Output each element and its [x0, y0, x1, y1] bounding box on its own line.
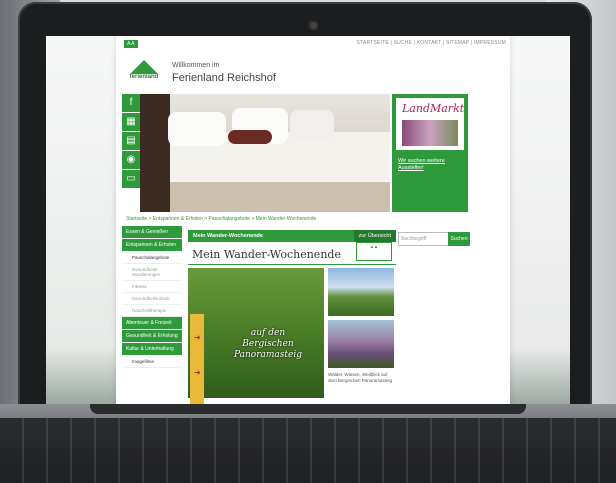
font-size-toggle[interactable]: A A [124, 40, 138, 48]
nav-item-essen[interactable]: Essen & Genießen [122, 226, 182, 239]
site-title: Ferienland Reichshof [172, 72, 276, 84]
webcam-icon [310, 22, 317, 29]
ad-title: LandMarkt [402, 102, 465, 115]
heather-photo[interactable] [328, 320, 394, 368]
laptop-hinge [90, 404, 526, 414]
nav-item-entspannen[interactable]: Entspannen & Erholen [122, 239, 182, 252]
welcome-text: Willkommen im [172, 62, 220, 69]
nav-item-gesundheit[interactable]: Gesundheit & Erholung [122, 330, 182, 343]
content-header-bar: Mein Wander-Wochenende zur Übersicht [188, 230, 396, 242]
calendar-icon[interactable]: ▦ [122, 113, 140, 132]
top-links-bar: A A STARTSEITE | SUCHE | KONTAKT | SITEM… [116, 40, 510, 50]
nav-subitem-fitness[interactable]: Fitness [122, 281, 182, 293]
panoramasteig-script-text: auf den Bergischen Panoramasteig [218, 328, 318, 361]
site-header: ferienland Willkommen im Ferienland Reic… [116, 52, 510, 94]
nav-subitem-pauschalangebote[interactable]: Pauschalangebote [122, 252, 182, 264]
nav-subitem-imagefilme[interactable]: Imagefilme [122, 356, 182, 368]
hero-bed-throw [170, 182, 390, 212]
hiking-trail-photo: ➜ ➜ ▲ auf den Bergischen Panoramasteig [188, 268, 324, 408]
photo-caption: Wälder, Wiesen, Weitblick auf dem Bergis… [328, 372, 393, 383]
facebook-icon[interactable]: f [122, 94, 140, 113]
logo-mountain-icon [130, 60, 158, 74]
ad-card: LandMarkt [396, 98, 464, 150]
site-logo[interactable]: ferienland [126, 58, 162, 86]
breadcrumb[interactable]: Startseite > Entspannen & Erholen > Paus… [126, 216, 316, 222]
back-to-overview-link[interactable]: zur Übersicht [353, 230, 396, 242]
laptop-keyboard [0, 418, 616, 483]
monitor-icon[interactable]: ▭ [122, 170, 140, 189]
trail-arrow-icon: ➜ [194, 368, 201, 377]
left-navigation: Essen & Genießen Entspannen & Erholen Pa… [122, 226, 182, 368]
script-line: auf den [250, 328, 286, 338]
hero-pillow [290, 110, 334, 140]
nav-item-kultur[interactable]: Kultur & Unterhaltung [122, 343, 182, 356]
document-icon[interactable]: ▤ [122, 132, 140, 151]
nav-subitem-gesundheitswanderungen[interactable]: Gesundheits- Wanderungen [122, 264, 182, 281]
top-navigation-links[interactable]: STARTSEITE | SUCHE | KONTAKT | SITEMAP |… [357, 40, 506, 46]
hero-cushion-roll [228, 130, 272, 144]
trail-sign: ➜ ➜ ▲ [190, 314, 204, 408]
meadow-photo[interactable] [328, 268, 394, 316]
hero-image-bedroom [140, 94, 390, 212]
content-bar-title: Mein Wander-Wochenende [193, 233, 263, 239]
ad-link[interactable]: Wir suchen weitere Aussteller! [398, 158, 464, 172]
search-box: Suchbegriff Suchen [398, 232, 470, 246]
search-button[interactable]: Suchen [448, 232, 470, 246]
website-page: A A STARTSEITE | SUCHE | KONTAKT | SITEM… [116, 36, 510, 408]
landmarkt-ad[interactable]: LandMarkt Wir suchen weitere Aussteller! [392, 94, 468, 212]
ferienland-badge-icon: ▲▲ [356, 242, 392, 261]
social-icon-bar: f ▦ ▤ ◉ ▭ [122, 94, 140, 189]
ad-image [402, 120, 458, 146]
nav-item-abenteuer[interactable]: Abenteuer & Freizeit [122, 317, 182, 330]
camera-icon[interactable]: ◉ [122, 151, 140, 170]
script-line: Panoramasteig [233, 350, 302, 360]
nav-subitem-gesundheitsurlaub[interactable]: Gesundheitsurlaub [122, 293, 182, 305]
laptop-screen: A A STARTSEITE | SUCHE | KONTAKT | SITEM… [46, 36, 570, 408]
search-input[interactable]: Suchbegriff [398, 232, 450, 246]
trail-arrow-icon: ➜ [194, 333, 201, 342]
hero-pillow [168, 112, 226, 146]
main-content: Mein Wander-Wochenende zur Übersicht Mei… [188, 230, 396, 408]
content-divider [188, 264, 396, 265]
logo-text: ferienland [129, 74, 159, 80]
script-line: Bergischen [242, 339, 294, 349]
hero-headboard [140, 94, 170, 212]
nav-subitem-naturheiltherapie[interactable]: Naturheiltherapie [122, 305, 182, 317]
